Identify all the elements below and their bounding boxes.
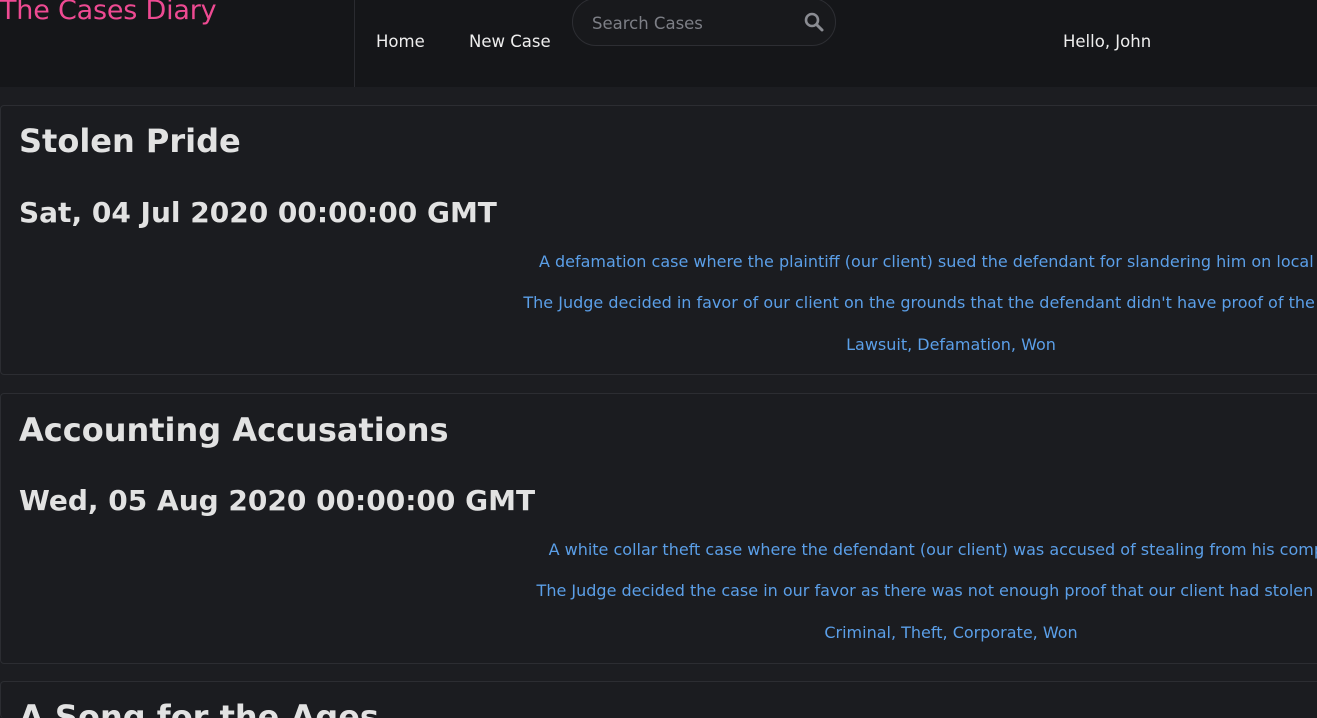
case-tags: Lawsuit, Defamation, Won (846, 335, 1056, 354)
search-icon[interactable] (803, 11, 825, 33)
case-outcome: The Judge decided the case in our favor … (536, 581, 1317, 600)
case-date: Wed, 05 Aug 2020 00:00:00 GMT (19, 484, 536, 517)
case-tags: Criminal, Theft, Corporate, Won (824, 623, 1078, 642)
case-card[interactable]: Accounting Accusations Wed, 05 Aug 2020 … (0, 393, 1317, 664)
case-title[interactable]: A Song for the Ages (19, 698, 379, 718)
case-card[interactable]: A Song for the Ages (0, 681, 1317, 718)
nav-divider (354, 0, 355, 87)
case-description: A white collar theft case where the defe… (548, 540, 1317, 559)
case-title[interactable]: Stolen Pride (19, 122, 241, 160)
nav-new-case-link[interactable]: New Case (469, 32, 551, 51)
search-input[interactable] (592, 11, 792, 35)
case-outcome: The Judge decided in favor of our client… (523, 293, 1317, 312)
case-title[interactable]: Accounting Accusations (19, 411, 449, 449)
search-box (572, 0, 836, 46)
case-date: Sat, 04 Jul 2020 00:00:00 GMT (19, 196, 497, 229)
navbar: The Cases Diary Home New Case Hello, Joh… (0, 0, 1317, 87)
nav-home-link[interactable]: Home (376, 32, 425, 51)
brand-logo[interactable]: The Cases Diary (0, 0, 217, 26)
user-greeting: Hello, John (1063, 32, 1152, 51)
case-description: A defamation case where the plaintiff (o… (538, 252, 1317, 271)
case-card[interactable]: Stolen Pride Sat, 04 Jul 2020 00:00:00 G… (0, 105, 1317, 375)
